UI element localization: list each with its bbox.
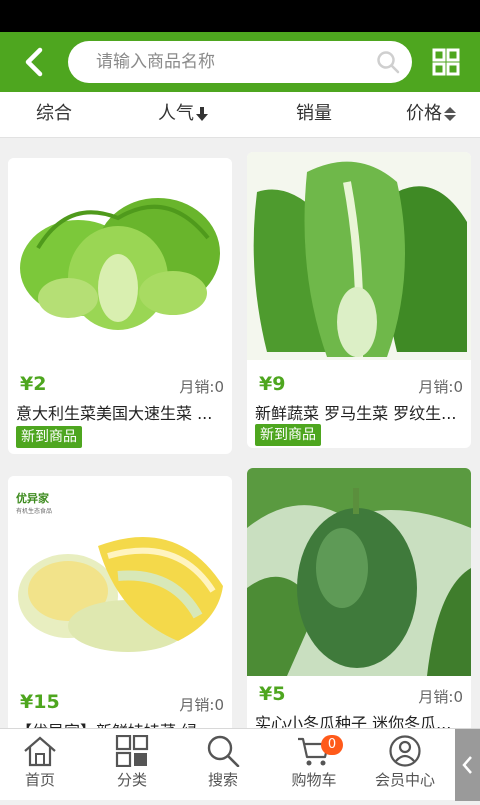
product-card[interactable]: ¥5 月销:0 实心小冬瓜种子 迷你冬瓜...: [247, 468, 471, 764]
tab-label: 购物车: [291, 771, 337, 789]
chevron-left-icon: [25, 47, 43, 77]
tab-label: 首页: [24, 771, 55, 789]
chevron-left-icon: [462, 756, 472, 774]
sort-label: 人气: [158, 103, 194, 124]
product-image: [8, 158, 232, 366]
search-icon[interactable]: [376, 50, 400, 74]
bottom-tab-bar: 首页 分类 搜索 购物车 0 会员中心: [0, 728, 480, 801]
product-title: 新鲜蔬菜 罗马生菜 罗纹生...: [255, 404, 457, 423]
tab-cart[interactable]: 购物车 0: [269, 729, 359, 801]
cart-count-badge: 0: [321, 735, 343, 755]
monthly-sales: 月销:0: [418, 378, 463, 396]
product-card[interactable]: ¥9 月销:0 新鲜蔬菜 罗马生菜 罗纹生... 新到商品: [247, 152, 471, 448]
sort-label: 价格: [406, 103, 442, 124]
sort-price[interactable]: 价格: [406, 92, 456, 138]
product-price: ¥9: [259, 373, 286, 395]
tab-label: 搜索: [207, 771, 238, 789]
category-icon: [115, 735, 149, 767]
tab-label: 分类: [116, 771, 147, 789]
product-price: ¥2: [20, 373, 47, 395]
tab-member[interactable]: 会员中心: [360, 729, 450, 801]
product-title: 意大利生菜美国大速生菜 ...: [16, 404, 213, 423]
new-arrival-badge: 新到商品: [255, 424, 321, 446]
side-panel-handle[interactable]: [455, 729, 480, 801]
search-icon: [207, 735, 240, 767]
sort-label: 综合: [36, 103, 72, 124]
search-box[interactable]: [68, 41, 412, 83]
sort-popularity[interactable]: 人气: [158, 92, 208, 138]
status-bar: [0, 0, 480, 32]
brand-logo: 优异家 有机生态食品: [16, 492, 53, 515]
header-bar: [0, 32, 480, 92]
product-card[interactable]: ¥2 月销:0 意大利生菜美国大速生菜 ... 新到商品: [8, 158, 232, 454]
new-arrival-badge: 新到商品: [16, 426, 82, 448]
back-button[interactable]: [16, 44, 52, 80]
monthly-sales: 月销:0: [179, 378, 224, 396]
home-icon: [24, 736, 56, 767]
sort-updown-icon: [444, 107, 456, 121]
search-input[interactable]: [96, 41, 366, 83]
monthly-sales: 月销:0: [179, 696, 224, 714]
tab-category[interactable]: 分类: [87, 729, 177, 801]
grid-view-button[interactable]: [432, 48, 460, 76]
tab-home[interactable]: 首页: [0, 729, 85, 801]
arrow-down-icon: [196, 107, 208, 121]
grid-icon: [432, 48, 460, 76]
sort-label: 销量: [296, 103, 332, 124]
tab-label: 会员中心: [374, 771, 435, 789]
tab-search[interactable]: 搜索: [178, 729, 268, 801]
product-price: ¥15: [20, 691, 60, 713]
sort-comprehensive[interactable]: 综合: [36, 92, 72, 138]
product-image: [247, 468, 471, 676]
sort-bar: 综合 人气 销量 价格: [0, 92, 480, 138]
monthly-sales: 月销:0: [418, 688, 463, 706]
product-image: [247, 152, 471, 360]
user-icon: [389, 735, 421, 767]
product-price: ¥5: [259, 683, 286, 705]
sort-sales[interactable]: 销量: [296, 92, 332, 138]
